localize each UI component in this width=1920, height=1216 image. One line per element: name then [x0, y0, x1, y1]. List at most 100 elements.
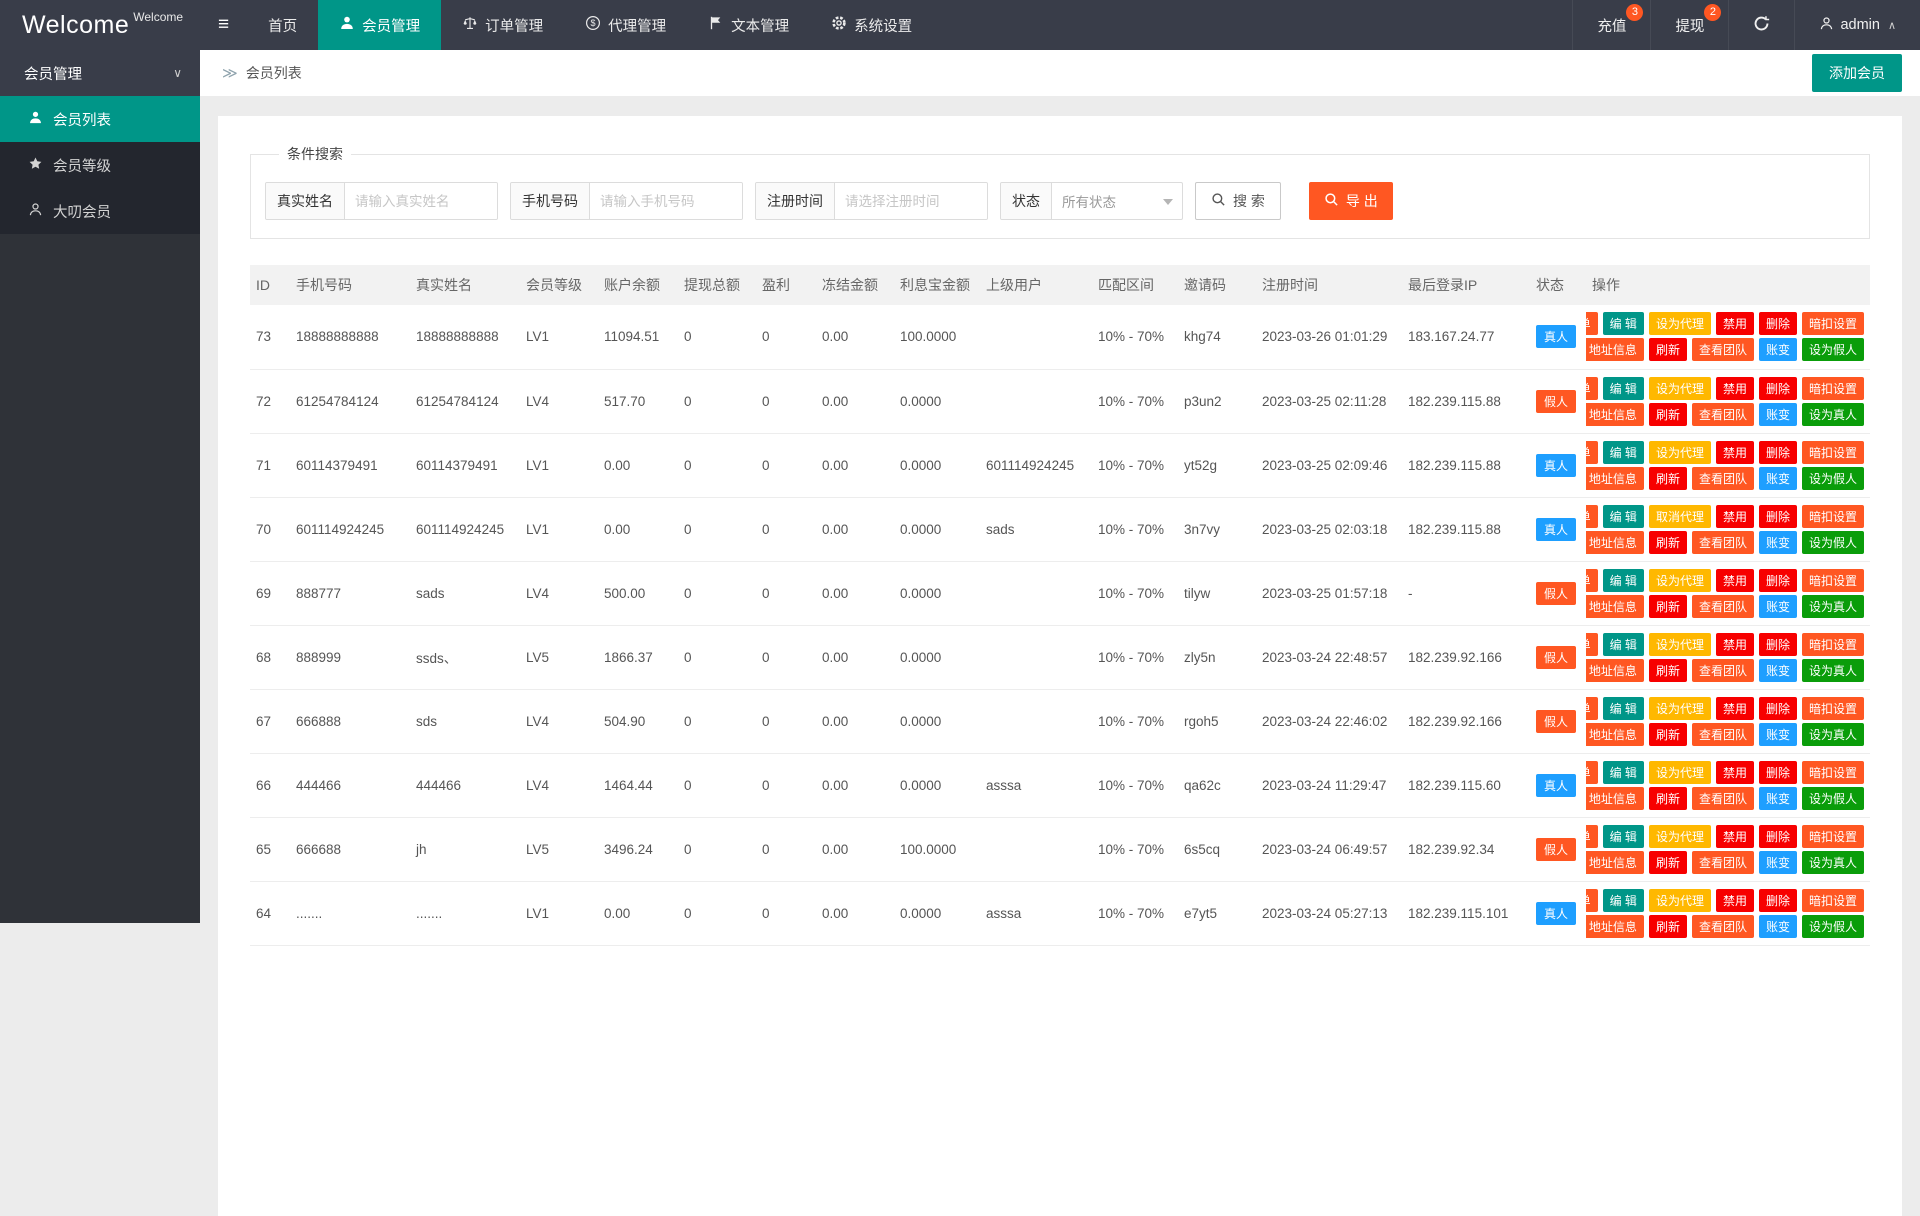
action-button[interactable]: 查看团队: [1692, 531, 1754, 554]
action-button[interactable]: 设为代理: [1649, 377, 1711, 400]
action-button[interactable]: 派单: [1586, 761, 1598, 784]
action-button[interactable]: 删除: [1759, 377, 1797, 400]
action-button[interactable]: 编 辑: [1603, 825, 1644, 848]
action-button[interactable]: 刷新: [1649, 723, 1687, 746]
action-button[interactable]: 查看团队: [1692, 723, 1754, 746]
action-button[interactable]: 删除: [1759, 569, 1797, 592]
status-badge[interactable]: 假人: [1536, 646, 1576, 669]
action-button[interactable]: 删除: [1759, 312, 1797, 335]
nav-item-members[interactable]: 会员管理: [318, 0, 441, 50]
action-button[interactable]: 地址信息: [1586, 787, 1644, 810]
action-button[interactable]: 刷新: [1649, 338, 1687, 361]
status-select[interactable]: 所有状态: [1052, 183, 1182, 219]
action-button[interactable]: 设为代理: [1649, 633, 1711, 656]
action-button[interactable]: 查看团队: [1692, 403, 1754, 426]
action-button[interactable]: 账变: [1759, 403, 1797, 426]
action-button[interactable]: 禁用: [1716, 312, 1754, 335]
action-button[interactable]: 派单: [1586, 312, 1598, 335]
withdraw-button[interactable]: 提现 2: [1650, 0, 1728, 50]
status-badge[interactable]: 真人: [1536, 454, 1576, 477]
status-badge[interactable]: 假人: [1536, 582, 1576, 605]
nav-item-texts[interactable]: 文本管理: [687, 0, 810, 50]
action-button[interactable]: 编 辑: [1603, 569, 1644, 592]
status-badge[interactable]: 真人: [1536, 774, 1576, 797]
action-button[interactable]: 禁用: [1716, 889, 1754, 912]
nav-item-home[interactable]: 首页: [247, 0, 318, 50]
action-button[interactable]: 设为假人: [1802, 787, 1864, 810]
user-menu[interactable]: admin ∧: [1794, 0, 1920, 50]
sidebar-item-member-level[interactable]: 会员等级: [0, 142, 200, 188]
action-button[interactable]: 禁用: [1716, 697, 1754, 720]
action-button[interactable]: 暗扣设置: [1802, 825, 1864, 848]
action-button[interactable]: 设为真人: [1802, 723, 1864, 746]
status-badge[interactable]: 真人: [1536, 518, 1576, 541]
action-button[interactable]: 派单: [1586, 697, 1598, 720]
action-button[interactable]: 暗扣设置: [1802, 312, 1864, 335]
action-button[interactable]: 查看团队: [1692, 659, 1754, 682]
action-button[interactable]: 派单: [1586, 889, 1598, 912]
action-button[interactable]: 刷新: [1649, 467, 1687, 490]
action-button[interactable]: 派单: [1586, 569, 1598, 592]
action-button[interactable]: 禁用: [1716, 761, 1754, 784]
action-button[interactable]: 查看团队: [1692, 467, 1754, 490]
action-button[interactable]: 编 辑: [1603, 312, 1644, 335]
status-badge[interactable]: 假人: [1536, 390, 1576, 413]
action-button[interactable]: 派单: [1586, 377, 1598, 400]
refresh-button[interactable]: [1728, 0, 1794, 50]
action-button[interactable]: 账变: [1759, 787, 1797, 810]
recharge-button[interactable]: 充值 3: [1572, 0, 1650, 50]
nav-item-settings[interactable]: 系统设置: [810, 0, 933, 50]
action-button[interactable]: 编 辑: [1603, 377, 1644, 400]
status-badge[interactable]: 假人: [1536, 710, 1576, 733]
action-button[interactable]: 设为真人: [1802, 659, 1864, 682]
action-button[interactable]: 地址信息: [1586, 403, 1644, 426]
status-badge[interactable]: 真人: [1536, 325, 1576, 348]
action-button[interactable]: 地址信息: [1586, 851, 1644, 874]
action-button[interactable]: 暗扣设置: [1802, 377, 1864, 400]
action-button[interactable]: 查看团队: [1692, 787, 1754, 810]
action-button[interactable]: 设为假人: [1802, 915, 1864, 938]
action-button[interactable]: 派单: [1586, 825, 1598, 848]
action-button[interactable]: 暗扣设置: [1802, 761, 1864, 784]
action-button[interactable]: 刷新: [1649, 403, 1687, 426]
action-button[interactable]: 设为真人: [1802, 851, 1864, 874]
action-button[interactable]: 设为代理: [1649, 312, 1711, 335]
sidebar-item-big-member[interactable]: 大叨会员: [0, 188, 200, 234]
action-button[interactable]: 账变: [1759, 595, 1797, 618]
phone-input[interactable]: [590, 183, 742, 219]
action-button[interactable]: 刷新: [1649, 531, 1687, 554]
action-button[interactable]: 禁用: [1716, 633, 1754, 656]
action-button[interactable]: 设为真人: [1802, 403, 1864, 426]
action-button[interactable]: 设为代理: [1649, 569, 1711, 592]
action-button[interactable]: 编 辑: [1603, 761, 1644, 784]
action-button[interactable]: 取消代理: [1649, 505, 1711, 528]
action-button[interactable]: 删除: [1759, 889, 1797, 912]
action-button[interactable]: 编 辑: [1603, 697, 1644, 720]
action-button[interactable]: 派单: [1586, 441, 1598, 464]
action-button[interactable]: 地址信息: [1586, 467, 1644, 490]
action-button[interactable]: 设为代理: [1649, 825, 1711, 848]
action-button[interactable]: 地址信息: [1586, 531, 1644, 554]
collapse-menu-icon[interactable]: ≡: [200, 0, 247, 50]
action-button[interactable]: 删除: [1759, 825, 1797, 848]
action-button[interactable]: 设为代理: [1649, 697, 1711, 720]
action-button[interactable]: 查看团队: [1692, 595, 1754, 618]
sidebar-item-member-list[interactable]: 会员列表: [0, 96, 200, 142]
action-button[interactable]: 禁用: [1716, 441, 1754, 464]
sidebar-group-members[interactable]: 会员管理 ∨: [0, 50, 200, 96]
regtime-input[interactable]: [835, 183, 987, 219]
status-badge[interactable]: 真人: [1536, 902, 1576, 925]
action-button[interactable]: 账变: [1759, 851, 1797, 874]
action-button[interactable]: 设为代理: [1649, 761, 1711, 784]
action-button[interactable]: 暗扣设置: [1802, 633, 1864, 656]
add-member-button[interactable]: 添加会员: [1812, 54, 1902, 92]
action-button[interactable]: 禁用: [1716, 569, 1754, 592]
action-button[interactable]: 查看团队: [1692, 851, 1754, 874]
action-button[interactable]: 设为代理: [1649, 441, 1711, 464]
action-button[interactable]: 刷新: [1649, 787, 1687, 810]
action-button[interactable]: 暗扣设置: [1802, 889, 1864, 912]
action-button[interactable]: 禁用: [1716, 377, 1754, 400]
action-button[interactable]: 地址信息: [1586, 338, 1644, 361]
action-button[interactable]: 地址信息: [1586, 595, 1644, 618]
action-button[interactable]: 地址信息: [1586, 659, 1644, 682]
